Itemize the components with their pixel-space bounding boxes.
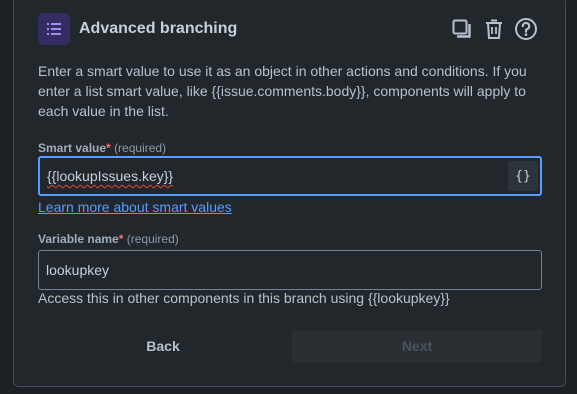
smart-value-input[interactable]: {{lookupIssues.key}} {} <box>38 156 542 196</box>
duplicate-icon[interactable] <box>449 16 475 42</box>
variable-name-label: Variable name* (required) <box>38 232 179 246</box>
variable-name-label-text: Variable name <box>38 232 119 246</box>
smart-value-text: {{lookupIssues.key}} <box>47 168 174 184</box>
variable-name-input[interactable]: lookupkey <box>38 250 542 290</box>
header-actions <box>449 16 539 42</box>
panel-header: Advanced branching <box>38 13 539 45</box>
required-mark: * <box>106 141 111 155</box>
required-mark: * <box>118 232 124 246</box>
help-icon[interactable] <box>513 16 539 42</box>
trash-icon[interactable] <box>481 16 507 42</box>
smart-value-picker-button[interactable]: {} <box>508 161 538 191</box>
back-button[interactable]: Back <box>38 330 288 362</box>
next-button[interactable]: Next <box>292 330 542 362</box>
list-icon <box>38 13 70 45</box>
required-text: (required) <box>114 141 167 155</box>
smart-value-label: Smart value* (required) <box>38 141 166 155</box>
learn-more-link[interactable]: Learn more about smart values <box>38 199 232 215</box>
advanced-branching-panel: Advanced branching Enter a smart value t… <box>13 0 566 387</box>
smart-value-label-text: Smart value <box>38 141 107 155</box>
variable-helper-text: Access this in other components in this … <box>38 290 450 306</box>
description-text: Enter a smart value to use it as an obje… <box>38 63 527 119</box>
required-text: (required) <box>126 232 179 246</box>
variable-name-value: lookupkey <box>46 262 110 278</box>
panel-title: Advanced branching <box>79 20 238 37</box>
